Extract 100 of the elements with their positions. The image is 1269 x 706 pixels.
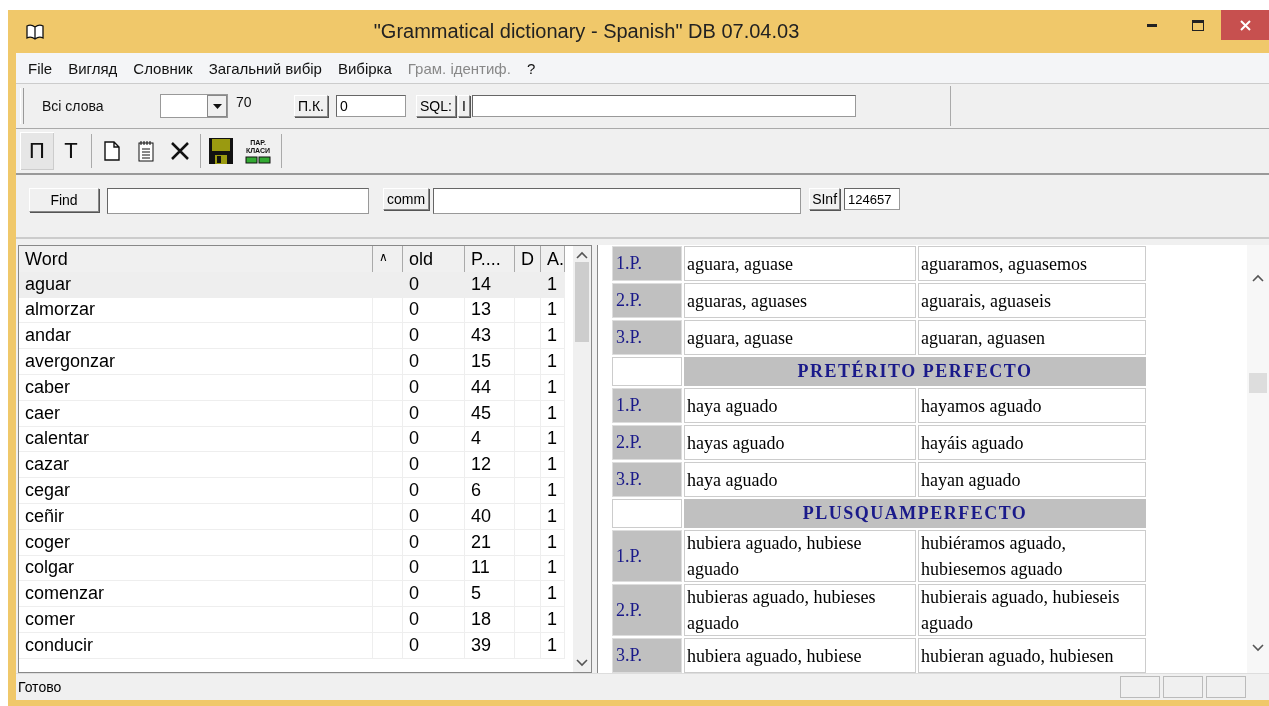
person-cell: 2.P. bbox=[612, 584, 682, 636]
table-cell: 6 bbox=[465, 478, 515, 504]
table-cell: 1 bbox=[541, 271, 565, 298]
form-cell: aguara, aguase bbox=[684, 320, 916, 355]
sinf-button[interactable]: SInf bbox=[809, 188, 841, 210]
table-cell: 0 bbox=[403, 400, 465, 427]
table-cell: 0 bbox=[403, 478, 465, 504]
status-text: Готово bbox=[18, 679, 63, 695]
find-button[interactable]: Find bbox=[29, 188, 99, 212]
table-cell: 1 bbox=[541, 452, 565, 479]
table-cell: caber bbox=[19, 375, 373, 401]
table-cell: avergonzar bbox=[19, 349, 373, 375]
person-cell: 2.P. bbox=[612, 425, 682, 460]
column-header[interactable]: P.... bbox=[465, 246, 515, 273]
form-cell: haya aguado bbox=[684, 462, 916, 497]
table-cell: cazar bbox=[19, 452, 373, 479]
column-header[interactable]: ∧ bbox=[373, 246, 403, 273]
table-cell: 11 bbox=[465, 555, 515, 582]
filter-label: Всі слова bbox=[42, 98, 105, 114]
form-cell: aguaramos, aguasemos bbox=[918, 246, 1146, 281]
menu-item[interactable]: Вибірка bbox=[329, 59, 400, 77]
table-cell: 1 bbox=[541, 478, 565, 504]
sinf-field[interactable]: 124657 bbox=[844, 188, 901, 210]
person-cell: 3.P. bbox=[612, 320, 682, 355]
table-cell: 14 bbox=[465, 271, 515, 298]
table-cell: 39 bbox=[465, 632, 515, 659]
table-cell: almorzar bbox=[19, 297, 373, 324]
table-cell: 1 bbox=[541, 503, 565, 530]
table-cell: 1 bbox=[541, 297, 565, 324]
tool-button[interactable]: Т bbox=[54, 132, 88, 170]
table-cell: coger bbox=[19, 529, 373, 556]
table-cell: 12 bbox=[465, 452, 515, 479]
table-cell: 44 bbox=[465, 375, 515, 401]
table-cell: 0 bbox=[403, 426, 465, 453]
table-cell: 13 bbox=[465, 297, 515, 324]
table-cell: 0 bbox=[403, 607, 465, 633]
table-cell: 0 bbox=[403, 452, 465, 479]
menu-item[interactable]: ? bbox=[518, 59, 544, 77]
form-cell: hayamos aguado bbox=[918, 388, 1146, 423]
person-cell: 2.P. bbox=[612, 283, 682, 318]
menu-item[interactable]: Загальний вибір bbox=[200, 59, 330, 77]
form-cell: haya aguado bbox=[684, 388, 916, 423]
table-cell: comenzar bbox=[19, 581, 373, 608]
form-cell: aguaras, aguases bbox=[684, 283, 916, 318]
table-cell: andar bbox=[19, 323, 373, 350]
sql-button[interactable]: SQL: bbox=[416, 95, 456, 117]
pk-field[interactable]: 0 bbox=[336, 95, 406, 117]
form-cell: hayáis aguado bbox=[918, 425, 1146, 460]
table-cell: 0 bbox=[403, 323, 465, 350]
table-cell: comer bbox=[19, 607, 373, 633]
table-cell: 1 bbox=[541, 323, 565, 350]
table-cell: aguar bbox=[19, 271, 373, 298]
column-header[interactable]: old bbox=[403, 246, 465, 273]
table-cell: 18 bbox=[465, 607, 515, 633]
form-cell: hayan aguado bbox=[918, 462, 1146, 497]
menu-item[interactable]: Вигляд bbox=[60, 59, 126, 77]
table-cell: 5 bbox=[465, 581, 515, 608]
table-cell: 0 bbox=[403, 581, 465, 608]
table-cell: 1 bbox=[541, 632, 565, 659]
table-cell: 0 bbox=[403, 297, 465, 324]
person-cell: 3.P. bbox=[612, 462, 682, 497]
table-cell: 0 bbox=[403, 529, 465, 556]
table-cell: 0 bbox=[403, 632, 465, 659]
table-cell: 0 bbox=[403, 271, 465, 298]
table-cell: calentar bbox=[19, 426, 373, 453]
table-cell: 1 bbox=[541, 349, 565, 375]
table-cell: colgar bbox=[19, 555, 373, 582]
pk-button[interactable]: П.К. bbox=[294, 95, 328, 117]
table-cell: 0 bbox=[403, 349, 465, 375]
table-cell: conducir bbox=[19, 632, 373, 659]
table-cell: 0 bbox=[403, 555, 465, 582]
form-cell: hubiera aguado, hubiese bbox=[684, 638, 916, 673]
table-cell: 1 bbox=[541, 581, 565, 608]
column-header[interactable]: Word bbox=[19, 246, 373, 273]
table-cell: cegar bbox=[19, 478, 373, 504]
menu-item[interactable]: File bbox=[20, 59, 61, 77]
sql-toggle[interactable]: I bbox=[457, 95, 470, 117]
count-label: 70 bbox=[236, 94, 253, 110]
table-cell: 0 bbox=[403, 503, 465, 530]
tool-button[interactable]: П bbox=[20, 132, 54, 170]
table-cell: 1 bbox=[541, 529, 565, 556]
column-header[interactable]: A. bbox=[541, 246, 565, 273]
table-cell: 40 bbox=[465, 503, 515, 530]
table-cell: caer bbox=[19, 400, 373, 427]
table-cell: 43 bbox=[465, 323, 515, 350]
table-cell: 45 bbox=[465, 400, 515, 427]
table-cell: 21 bbox=[465, 529, 515, 556]
table-cell: 1 bbox=[541, 607, 565, 633]
table-cell: 0 bbox=[403, 375, 465, 401]
form-cell: aguaran, aguasen bbox=[918, 320, 1146, 355]
form-cell: aguarais, aguaseis bbox=[918, 283, 1146, 318]
column-header[interactable]: D bbox=[515, 246, 541, 273]
table-cell: 1 bbox=[541, 426, 565, 453]
comm-button[interactable]: comm bbox=[383, 188, 430, 210]
table-cell: 4 bbox=[465, 426, 515, 453]
table-cell: ceñir bbox=[19, 503, 373, 530]
table-cell: 1 bbox=[541, 400, 565, 427]
form-cell: hubieran aguado, hubiesen bbox=[918, 638, 1146, 673]
table-cell: 15 bbox=[465, 349, 515, 375]
menu-item[interactable]: Словник bbox=[125, 59, 201, 77]
